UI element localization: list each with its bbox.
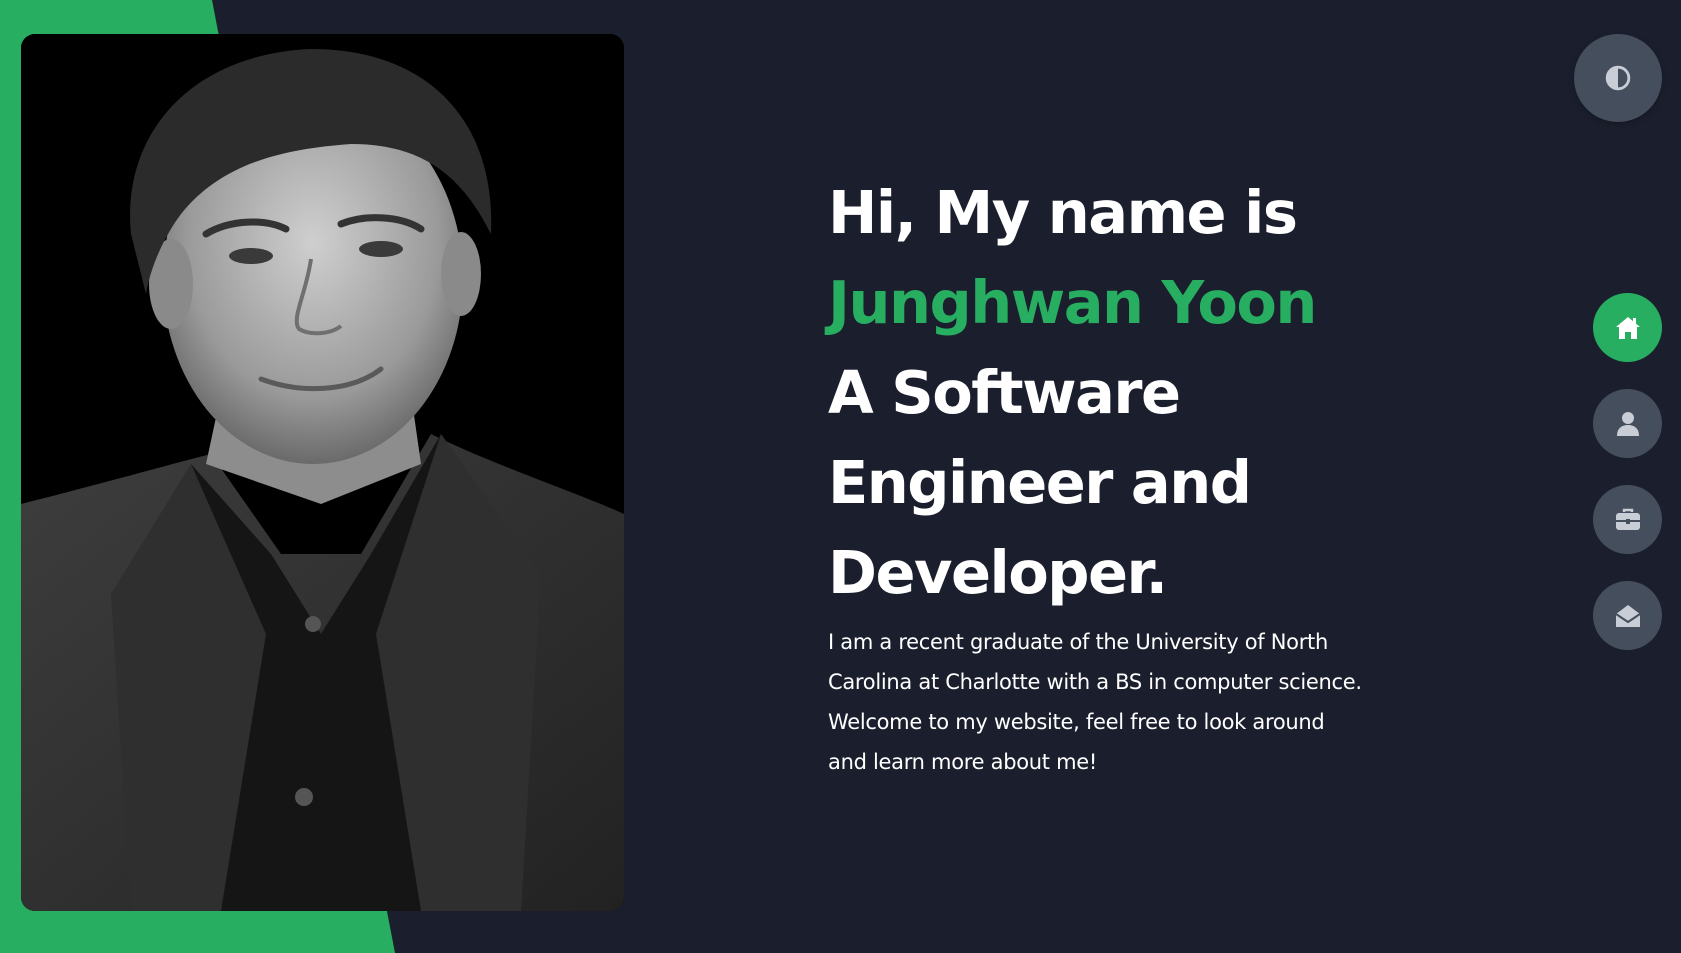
- hero-name: Junghwan Yoon: [828, 268, 1317, 337]
- user-icon: [1616, 411, 1640, 437]
- role-line-2: Engineer and: [828, 448, 1252, 517]
- nav-home-button[interactable]: [1593, 293, 1662, 362]
- theme-toggle-button[interactable]: [1574, 34, 1662, 122]
- nav-about-button[interactable]: [1593, 389, 1662, 458]
- envelope-open-icon: [1614, 603, 1641, 629]
- side-navigation: [1593, 293, 1662, 677]
- greeting-text: Hi, My name is: [828, 178, 1298, 247]
- profile-photo: [21, 34, 624, 911]
- hero-heading: Hi, My name is Junghwan Yoon A Software …: [828, 168, 1388, 618]
- nav-portfolio-button[interactable]: [1593, 485, 1662, 554]
- home-icon: [1614, 315, 1642, 341]
- nav-contact-button[interactable]: [1593, 581, 1662, 650]
- contrast-icon: [1605, 65, 1631, 91]
- role-line-1: A Software: [828, 358, 1181, 427]
- briefcase-icon: [1615, 508, 1641, 532]
- role-line-3: Developer.: [828, 538, 1168, 607]
- hero-section: Hi, My name is Junghwan Yoon A Software …: [828, 168, 1388, 782]
- intro-paragraph: I am a recent graduate of the University…: [828, 630, 1362, 774]
